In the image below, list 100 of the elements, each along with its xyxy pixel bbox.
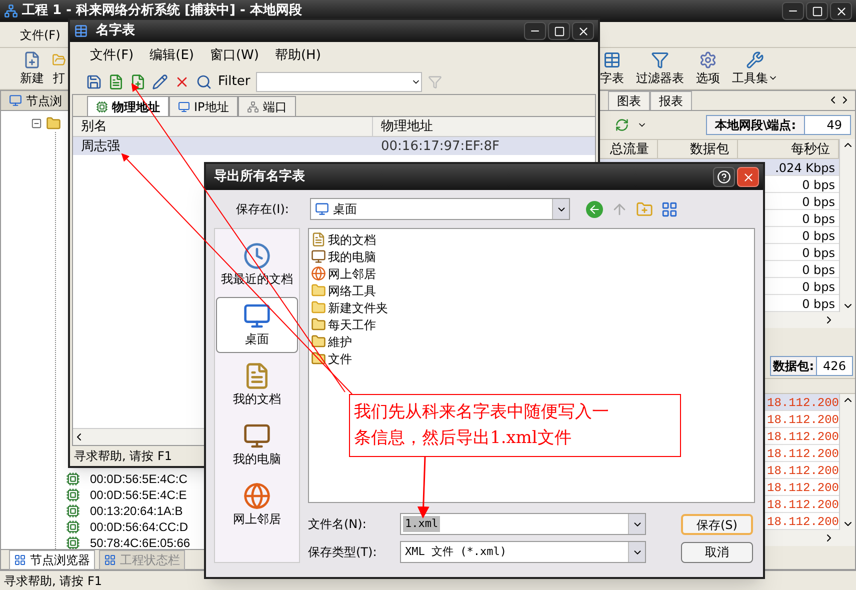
place-button[interactable]: 我的电脑 — [216, 417, 298, 473]
view-menu-icon[interactable] — [661, 200, 678, 218]
edit-icon[interactable] — [152, 74, 168, 90]
toolbar-button[interactable]: 新建 — [16, 50, 48, 86]
toolbar-button[interactable]: 打 — [52, 50, 66, 86]
network-card-icon — [96, 100, 108, 112]
status-text: 寻求帮助, 请按 F1 — [4, 572, 102, 590]
toolbar-button[interactable]: 选项 — [692, 50, 724, 86]
maximize-button[interactable] — [806, 2, 828, 20]
globe-icon — [311, 266, 326, 281]
tree-item[interactable]: 00:0D:56:64:CC:D — [90, 520, 188, 534]
menu-item[interactable]: 文件(F) — [20, 26, 60, 44]
search-icon[interactable] — [196, 74, 212, 90]
tab[interactable]: IP地址 — [169, 96, 238, 116]
help-button[interactable] — [713, 167, 735, 187]
window-title: 工程 1 - 科来网络分析系统 [捕获中] - 本地网段 — [22, 2, 302, 20]
file-item[interactable]: 网上邻居 — [311, 265, 376, 282]
table-cell-text: 0 bps — [801, 245, 836, 260]
refresh-icon[interactable] — [615, 118, 629, 132]
save-button[interactable]: 保存(S) — [681, 514, 753, 534]
close-button[interactable] — [737, 167, 759, 187]
table-cell-text: 0 bps — [801, 211, 836, 226]
place-button[interactable]: 网上邻居 — [216, 477, 298, 533]
save-in-dropdown[interactable]: 桌面 — [310, 198, 570, 220]
tree-item[interactable]: 00:0D:56:5E:4C:C — [90, 472, 188, 486]
filter-label: Filter — [218, 73, 250, 92]
menu-item[interactable]: 编辑(E) — [150, 46, 194, 66]
file-item[interactable]: 新建文件夹 — [311, 299, 388, 316]
file-item[interactable]: 我的电脑 — [311, 248, 376, 265]
filetype-dropdown[interactable]: XML 文件 (*.xml) — [400, 541, 646, 563]
tab[interactable]: 物理地址 — [87, 96, 169, 116]
folder-icon — [311, 300, 326, 315]
back-icon[interactable] — [586, 200, 603, 218]
segment-label: 本地网段\端点: — [714, 117, 797, 134]
file-item[interactable]: 文件 — [311, 350, 352, 367]
column-header[interactable]: 别名 — [73, 117, 373, 136]
add-icon[interactable] — [130, 74, 146, 90]
toolbar-button[interactable]: 字表 — [596, 50, 628, 86]
clock-icon — [243, 242, 271, 270]
window-title: 名字表 — [96, 22, 135, 40]
minimize-button[interactable] — [782, 2, 804, 20]
file-item[interactable]: 我的文档 — [311, 231, 376, 248]
table-cell-text: 0 bps — [801, 296, 836, 311]
menu-item[interactable]: 窗口(W) — [210, 46, 259, 66]
close-button[interactable] — [572, 22, 594, 40]
place-button[interactable]: 我的文档 — [216, 357, 298, 413]
tab[interactable]: 端口 — [238, 96, 296, 116]
place-button[interactable]: 桌面 — [216, 297, 298, 353]
computer-icon — [243, 422, 271, 450]
table-cell-text: 0 bps — [801, 228, 836, 243]
document-icon — [311, 232, 326, 247]
vertical-scrollbar[interactable] — [839, 394, 855, 530]
view-tab[interactable]: 报表 — [650, 91, 692, 110]
filter-icon — [651, 50, 669, 68]
folder-icon — [46, 116, 61, 131]
pane-title: 节点浏 — [26, 92, 62, 110]
network-card-icon — [66, 504, 80, 518]
column-header[interactable]: 数据包 — [658, 140, 738, 158]
folder-shortcut-icon — [311, 334, 326, 349]
folder-shortcut-icon — [311, 317, 326, 332]
tree-item[interactable]: 00:0D:56:5E:4C:E — [90, 488, 187, 502]
filter-field[interactable] — [256, 72, 422, 92]
column-header[interactable]: 物理地址 — [373, 117, 595, 136]
collapse-icon[interactable] — [31, 118, 42, 129]
globe-icon — [243, 482, 271, 510]
panel-icon — [14, 554, 26, 566]
vertical-scrollbar[interactable] — [839, 139, 855, 312]
close-button[interactable] — [830, 2, 852, 20]
annotation-text: 我们先从科来名字表中随便写入一 — [354, 401, 610, 424]
toolbar-button[interactable]: 工具集 — [728, 50, 782, 86]
minimize-button[interactable] — [524, 22, 546, 40]
table-cell-text: 18.112.200 — [767, 446, 839, 461]
settings-icon — [699, 50, 717, 68]
file-item[interactable]: 維护 — [311, 333, 352, 350]
cancel-button[interactable]: 取消 — [681, 542, 753, 562]
table-cell-text: .024 Kbps — [774, 160, 836, 175]
column-header[interactable]: 总流量 — [604, 140, 658, 158]
menu-item[interactable]: 文件(F) — [90, 46, 134, 66]
view-tab[interactable]: 图表 — [608, 91, 650, 110]
maximize-icon — [812, 6, 822, 16]
table-cell-text: 00:16:17:97:EF:8F — [380, 138, 500, 155]
packet-label: 数据包: — [772, 358, 815, 375]
maximize-icon — [554, 26, 564, 36]
folder-icon — [311, 283, 326, 298]
new-file-icon — [23, 50, 41, 68]
file-item[interactable]: 每天工作 — [311, 316, 376, 333]
file-item[interactable]: 网络工具 — [311, 282, 376, 299]
tree-item[interactable]: 50:78:4C:6E:05:66 — [90, 536, 190, 549]
desktop-icon — [243, 302, 271, 330]
table-cell-text: 0 bps — [801, 177, 836, 192]
network-card-icon — [66, 472, 80, 486]
table-cell-text: 0 bps — [801, 279, 836, 294]
dialog-title: 导出所有名字表 — [214, 168, 305, 186]
tree-item[interactable]: 00:13:20:64:1A:B — [90, 504, 183, 518]
menu-item[interactable]: 帮助(H) — [274, 46, 321, 66]
toolbar-button[interactable]: 过滤器表 — [632, 50, 688, 86]
filename-field[interactable]: 1.xml — [400, 513, 646, 535]
pane-tab[interactable]: 节点浏览器 — [9, 550, 95, 570]
maximize-button[interactable] — [548, 22, 570, 40]
segment-count: 49 — [804, 116, 850, 134]
